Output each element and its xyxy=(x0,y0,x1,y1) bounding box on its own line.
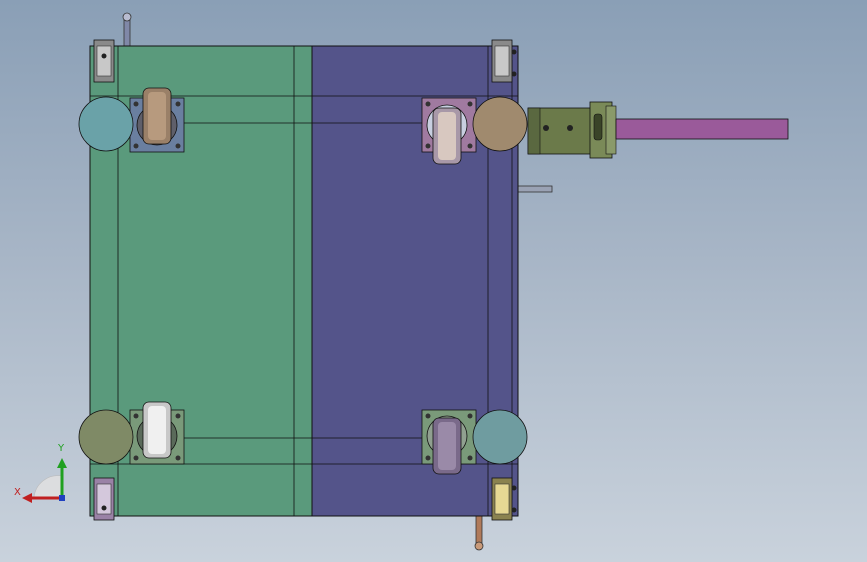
disc-bottom-left[interactable] xyxy=(78,409,134,465)
orientation-triad[interactable]: Y X xyxy=(14,440,74,510)
cad-graphics-viewport[interactable]: Y X xyxy=(0,0,867,562)
axis-x-label: X xyxy=(14,487,21,498)
caster-bottom-right[interactable] xyxy=(421,409,477,475)
disc-bottom-right[interactable] xyxy=(472,409,528,465)
disc-top-left[interactable] xyxy=(78,96,134,152)
bottom-pin[interactable] xyxy=(474,511,484,551)
axis-y-label: Y xyxy=(58,443,65,454)
bracket-bottom-left[interactable] xyxy=(93,477,115,521)
bracket-top-left[interactable] xyxy=(93,39,115,83)
axis-triad-icon xyxy=(22,458,67,503)
side-pin[interactable] xyxy=(515,185,553,193)
disc-top-right[interactable] xyxy=(472,96,528,152)
handle-assembly[interactable] xyxy=(527,101,789,159)
caster-bottom-left[interactable] xyxy=(129,401,185,465)
top-pin[interactable] xyxy=(122,12,132,47)
handle-bar[interactable] xyxy=(615,118,789,140)
cart-assembly-top-view[interactable] xyxy=(0,0,867,562)
